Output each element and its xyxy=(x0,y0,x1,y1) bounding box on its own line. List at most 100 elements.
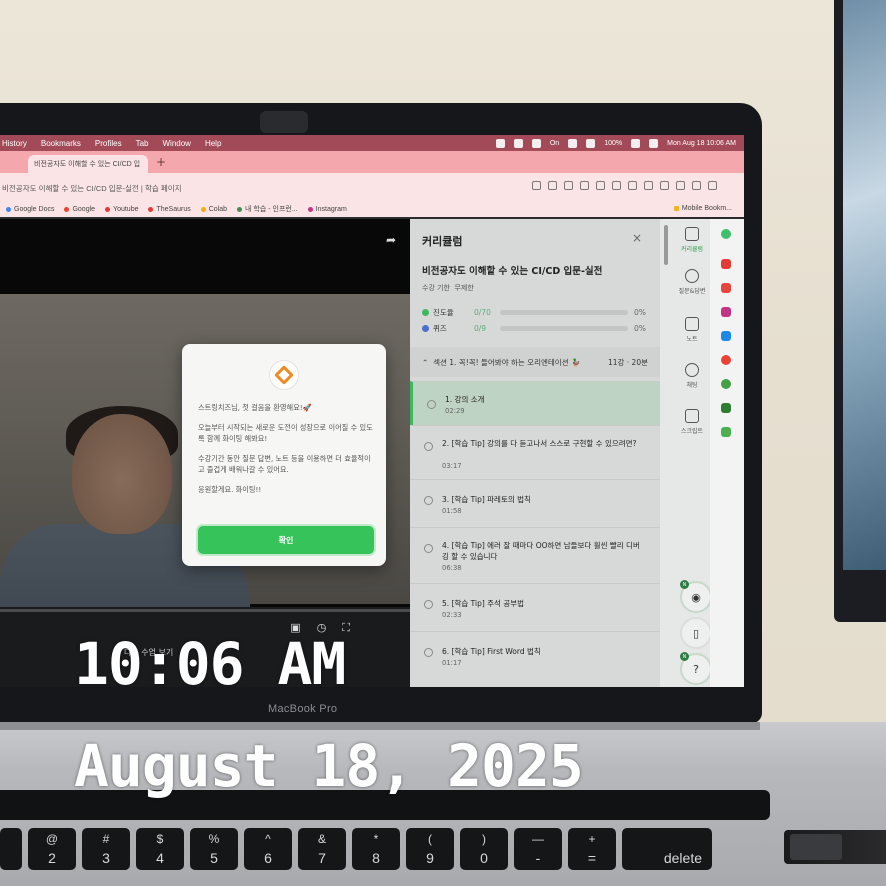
keyboard-key[interactable]: (9 xyxy=(406,828,454,870)
share-icon[interactable] xyxy=(548,181,557,190)
bookmark-item[interactable]: 내 학습 - 인프런... xyxy=(237,204,298,214)
progress-bar xyxy=(500,310,628,315)
lesson-item[interactable]: 1. 강의 소개 02:29 xyxy=(410,381,660,425)
modal-paragraph: 수강기간 동안 질문 답변, 노트 등을 이용하면 더 효율적이고 즐겁게 배워… xyxy=(198,454,371,474)
share-arrow-icon[interactable]: ➦ xyxy=(386,233,396,247)
clipboard-icon[interactable] xyxy=(644,181,653,190)
confirm-button[interactable]: 확인 xyxy=(198,526,374,554)
menu-window[interactable]: Window xyxy=(163,139,191,148)
play-icon xyxy=(427,400,436,409)
menubar-clock[interactable]: Mon Aug 18 10:06 AM xyxy=(667,140,736,147)
keyboard-key[interactable]: & 7 xyxy=(298,828,346,870)
keyboard-key[interactable]: — - xyxy=(514,828,562,870)
section-header[interactable]: ⌃ 섹션 1. 꼭!꼭! 들어봐야 하는 오리엔테이션 🦆 11강 · 20분 xyxy=(410,347,660,377)
keyboard-key[interactable]: ^ 6 xyxy=(244,828,292,870)
focus-status[interactable]: On xyxy=(550,140,559,147)
extension-rail xyxy=(710,219,744,687)
extension-icon[interactable] xyxy=(721,403,731,413)
new-tab-plus-icon[interactable]: + xyxy=(156,155,166,169)
keyboard-key[interactable]: #3 xyxy=(82,828,130,870)
extension-icon[interactable] xyxy=(721,379,731,389)
reading-list-icon[interactable] xyxy=(612,181,621,190)
extension-icon[interactable] xyxy=(721,229,731,239)
overlay-time: 10:06 AM xyxy=(74,630,346,698)
screenshot-icon[interactable] xyxy=(660,181,669,190)
lesson-item[interactable]: 6. [학습 Tip] First Word 법칙 01:17 xyxy=(410,631,660,687)
bookmark-star-icon[interactable] xyxy=(580,181,589,190)
google-icon[interactable] xyxy=(721,355,731,365)
keyboard-key[interactable]: ) 0 xyxy=(460,828,508,870)
keyboard-key[interactable]: * 8 xyxy=(352,828,400,870)
video-progress-bar[interactable] xyxy=(0,609,410,612)
more-menu-icon[interactable] xyxy=(708,181,717,190)
bookmarks-folder[interactable]: Mobile Bookm... xyxy=(673,205,732,212)
input-source-icon[interactable] xyxy=(586,138,596,148)
lesson-item[interactable]: 3. [학습 Tip] 파레토의 법칙 01:58 xyxy=(410,479,660,527)
colab-icon xyxy=(200,206,206,212)
lesson-item[interactable]: 4. [학습 Tip] 에러 잘 때마다 OO하면 남들보다 훨씬 빨리 디버깅… xyxy=(410,527,660,583)
youtube-icon[interactable] xyxy=(721,259,731,269)
sidebar-item-chat[interactable]: 채팅 xyxy=(672,363,712,389)
status-icon[interactable] xyxy=(531,138,541,148)
menu-tab[interactable]: Tab xyxy=(136,139,149,148)
keyboard-key[interactable]: % 5 xyxy=(190,828,238,870)
play-icon xyxy=(424,600,433,609)
bookmark-item[interactable]: Youtube xyxy=(105,206,138,213)
stat-percent: 0% xyxy=(634,308,646,317)
extension-icon[interactable] xyxy=(721,427,731,437)
sidebar-item-curriculum[interactable]: 커리큘럼 xyxy=(672,227,712,253)
extension-icon[interactable] xyxy=(721,331,731,341)
keyboard-key[interactable]: + = xyxy=(568,828,616,870)
sidebar-item-script[interactable]: 스크립트 xyxy=(672,409,712,435)
curriculum-panel: 커리큘럼 × 비전공자도 이해할 수 있는 CI/CD 입문-실전 수강 기한 … xyxy=(410,219,660,687)
folder-icon xyxy=(673,206,679,211)
close-icon[interactable]: × xyxy=(632,231,642,245)
extension-icon[interactable] xyxy=(721,283,731,293)
bookmark-item[interactable]: Instagram xyxy=(307,206,347,213)
thesaurus-icon xyxy=(148,206,154,212)
delete-key[interactable]: delete xyxy=(622,828,712,870)
sidepanel-icon[interactable] xyxy=(676,181,685,190)
instagram-icon[interactable] xyxy=(721,307,731,317)
sidebar-item-note[interactable]: 노트 xyxy=(672,317,712,343)
help-button[interactable]: N ? xyxy=(680,652,712,685)
url-field[interactable]: 비전공자도 이해할 수 있는 CI/CD 입문-실전 | 학습 페이지 xyxy=(0,178,530,196)
stat-value: 0/70 xyxy=(474,308,491,317)
inflearn-icon xyxy=(237,206,243,212)
list-check-icon xyxy=(685,227,699,241)
sidebar-item-qna[interactable]: 질문&답변 xyxy=(672,269,712,295)
keyboard-key[interactable]: @2 xyxy=(28,828,76,870)
lesson-item[interactable]: 2. [학습 Tip] 강의를 다 듣고나서 스스로 구현할 수 있으려면? 0… xyxy=(410,425,660,479)
menu-bookmarks[interactable]: Bookmarks xyxy=(41,139,81,148)
wifi-icon[interactable] xyxy=(631,138,641,148)
language-button[interactable]: N ◉ xyxy=(680,580,712,613)
mobile-button[interactable]: ▯ xyxy=(680,617,712,649)
cast-icon[interactable] xyxy=(532,181,541,190)
profile-avatar-icon[interactable] xyxy=(692,181,701,190)
zoom-icon[interactable] xyxy=(564,181,573,190)
keyboard-key[interactable]: $4 xyxy=(136,828,184,870)
menu-history[interactable]: History xyxy=(2,139,27,148)
browser-tab-active[interactable]: 비전공자도 이해할 수 있는 CI/CD 입 xyxy=(28,155,148,173)
bookmark-item[interactable]: Google xyxy=(64,206,95,213)
quiz-bar xyxy=(500,326,628,331)
lesson-item[interactable]: 5. [학습 Tip] 주석 공부법 02:33 xyxy=(410,583,660,631)
extension-icon[interactable] xyxy=(596,181,605,190)
stat-percent: 0% xyxy=(634,324,646,333)
macos-menubar: History Bookmarks Profiles Tab Window He… xyxy=(0,135,744,151)
bookmark-item[interactable]: Google Docs xyxy=(6,206,54,213)
menu-help[interactable]: Help xyxy=(205,139,221,148)
bookmark-item[interactable]: Colab xyxy=(200,206,227,213)
menu-profiles[interactable]: Profiles xyxy=(95,139,122,148)
status-icon[interactable] xyxy=(495,138,505,148)
keyboard-key[interactable] xyxy=(0,828,22,870)
panel-scrollbar[interactable] xyxy=(664,225,668,265)
control-center-icon[interactable] xyxy=(649,138,659,148)
status-icon[interactable] xyxy=(513,138,523,148)
panel-title: 커리큘럼 xyxy=(422,235,463,248)
download-icon[interactable] xyxy=(628,181,637,190)
battery-percent[interactable]: 100% xyxy=(604,140,622,147)
bookmark-item[interactable]: TheSaurus xyxy=(148,206,191,213)
mobile-icon: ▯ xyxy=(692,626,700,640)
bluetooth-icon[interactable] xyxy=(568,138,578,148)
